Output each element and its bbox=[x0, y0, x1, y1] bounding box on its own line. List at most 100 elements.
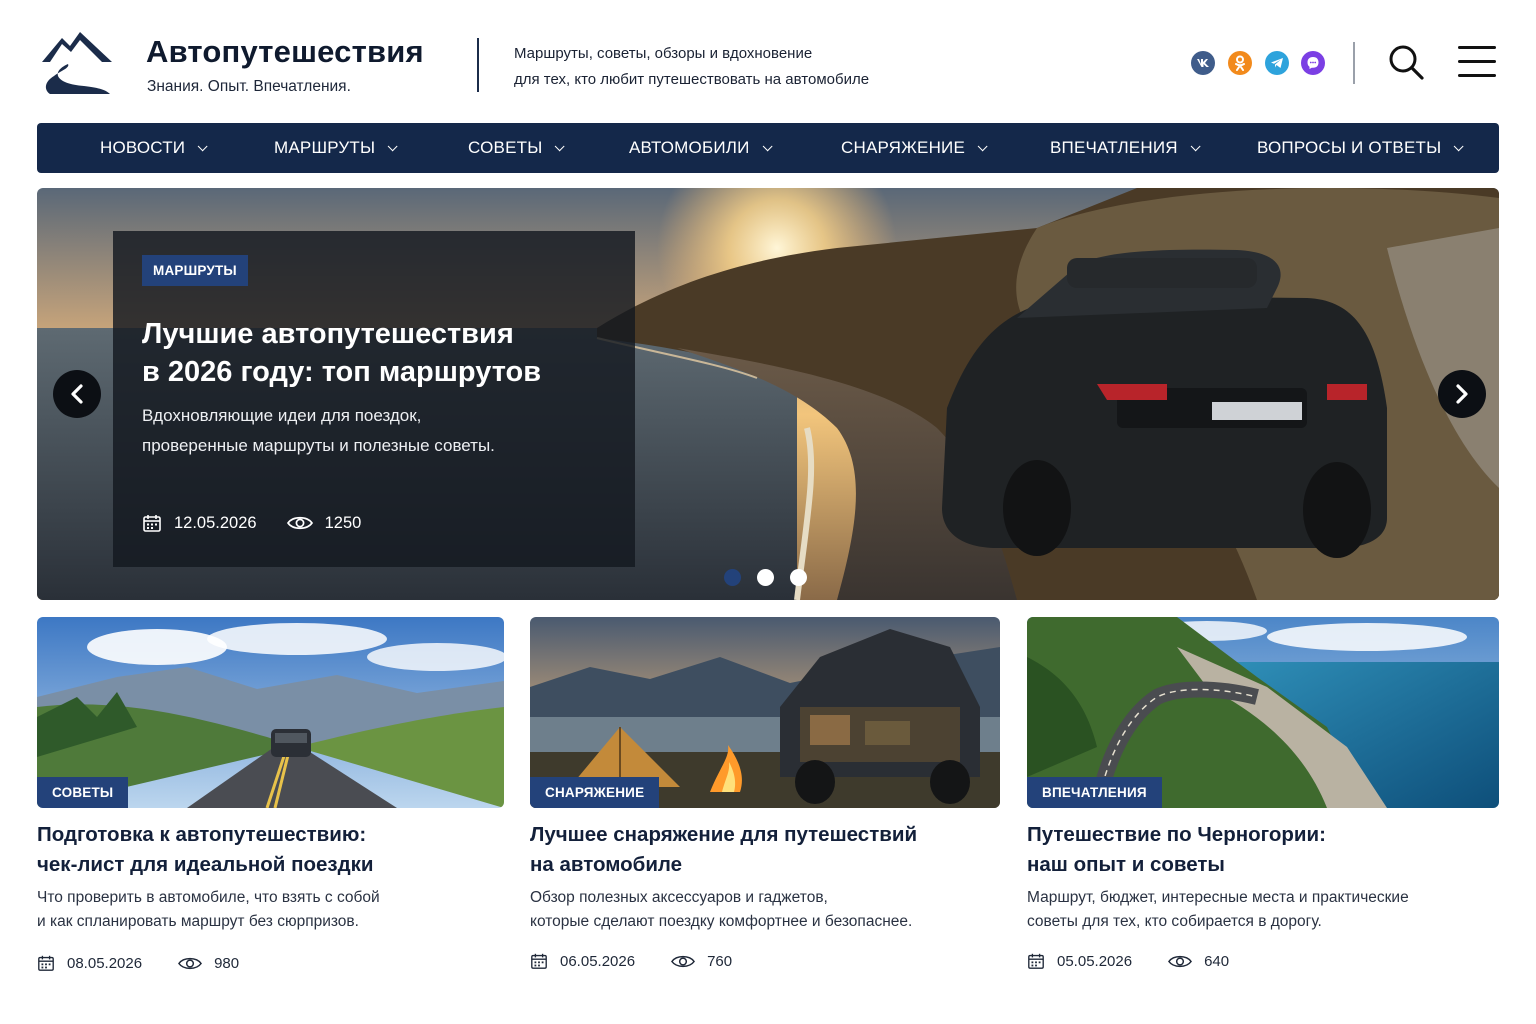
article-title-line: Путешествие по Черногории: bbox=[1027, 823, 1326, 846]
calendar-icon bbox=[531, 953, 547, 969]
article-excerpt-line: которые сделают поездку комфортнее и без… bbox=[530, 913, 913, 930]
calendar-icon bbox=[38, 955, 54, 971]
site-tagline: Знания. Опыт. Впечатления. bbox=[147, 78, 351, 95]
main-navigation: НОВОСТИ МАРШРУТЫ СОВЕТЫ АВТОМОБИЛИ СНАРЯ… bbox=[37, 123, 1499, 173]
post-date: 05.05.2026 bbox=[1057, 952, 1133, 970]
view-count: 760 bbox=[707, 952, 733, 970]
site-description-line: для тех, кто любит путешествовать на авт… bbox=[514, 71, 870, 88]
article-card[interactable]: СНАРЯЖЕНИЕ Лучшее снаряжение для путешес… bbox=[530, 617, 1000, 970]
nav-item-label: НОВОСТИ bbox=[100, 138, 186, 157]
chevron-down-icon bbox=[1190, 140, 1201, 151]
hero-description-line: проверенные маршруты и полезные советы. bbox=[142, 436, 495, 455]
hero-description: Вдохновляющие идеи для поездок, проверен… bbox=[142, 401, 612, 461]
vk-icon[interactable] bbox=[1191, 51, 1215, 75]
slider-next-button[interactable] bbox=[1438, 370, 1486, 418]
viber-icon[interactable] bbox=[1301, 51, 1325, 75]
nav-item-cars[interactable]: АВТОМОБИЛИ bbox=[629, 123, 773, 173]
article-excerpt: Что проверить в автомобиле, что взять с … bbox=[37, 886, 504, 934]
telegram-icon[interactable] bbox=[1265, 51, 1289, 75]
chevron-down-icon bbox=[762, 140, 773, 151]
article-title[interactable]: Подготовка к автопутешествию: чек-лист д… bbox=[37, 820, 504, 880]
nav-item-label: СНАРЯЖЕНИЕ bbox=[841, 138, 966, 157]
article-title[interactable]: Лучшее снаряжение для путешествий на авт… bbox=[530, 820, 1000, 880]
calendar-icon bbox=[1028, 953, 1044, 969]
article-title-line: наш опыт и советы bbox=[1027, 853, 1225, 876]
menu-icon bbox=[1458, 46, 1496, 49]
chevron-down-icon bbox=[387, 140, 398, 151]
article-title[interactable]: Путешествие по Черногории: наш опыт и со… bbox=[1027, 820, 1499, 880]
nav-item-label: СОВЕТЫ bbox=[468, 138, 543, 157]
article-title-line: чек-лист для идеальной поездки bbox=[37, 853, 374, 876]
article-meta: 08.05.2026 980 bbox=[37, 954, 504, 972]
article-excerpt-line: советы для тех, кто собирается в дорогу. bbox=[1027, 913, 1322, 930]
nav-item-faq[interactable]: ВОПРОСЫ И ОТВЕТЫ bbox=[1257, 123, 1464, 173]
eye-icon bbox=[286, 516, 313, 530]
site-description-line: Маршруты, советы, обзоры и вдохновение bbox=[514, 45, 813, 62]
article-title-line: Подготовка к автопутешествию: bbox=[37, 823, 367, 846]
category-badge[interactable]: МАРШРУТЫ bbox=[142, 255, 248, 286]
menu-icon bbox=[1458, 60, 1496, 63]
slider-pagination bbox=[724, 569, 823, 586]
eye-icon bbox=[671, 955, 696, 967]
article-excerpt-line: Что проверить в автомобиле, что взять с … bbox=[37, 889, 380, 906]
chevron-down-icon bbox=[197, 140, 208, 151]
article-image[interactable]: СНАРЯЖЕНИЕ bbox=[530, 617, 1000, 808]
chevron-down-icon bbox=[1453, 140, 1464, 151]
chevron-down-icon bbox=[977, 140, 988, 151]
site-description: Маршруты, советы, обзоры и вдохновение д… bbox=[514, 41, 869, 93]
slider-dot[interactable] bbox=[757, 569, 774, 586]
article-meta: 05.05.2026 640 bbox=[1027, 952, 1499, 970]
article-excerpt: Обзор полезных аксессуаров и гаджетов, к… bbox=[530, 886, 1000, 934]
ok-icon[interactable] bbox=[1228, 51, 1252, 75]
nav-item-routes[interactable]: МАРШРУТЫ bbox=[274, 123, 398, 173]
article-meta: 06.05.2026 760 bbox=[530, 952, 1000, 970]
article-excerpt: Маршрут, бюджет, интересные места и прак… bbox=[1027, 886, 1499, 934]
chevron-left-icon bbox=[71, 384, 83, 404]
hero-caption: МАРШРУТЫ Лучшие автопутешествия в 2026 г… bbox=[113, 231, 635, 567]
hero-title[interactable]: Лучшие автопутешествия в 2026 году: топ … bbox=[142, 315, 612, 391]
article-title-line: Лучшее снаряжение для путешествий bbox=[530, 823, 918, 846]
slider-prev-button[interactable] bbox=[53, 370, 101, 418]
article-excerpt-line: Маршрут, бюджет, интересные места и прак… bbox=[1027, 889, 1409, 906]
post-date: 12.05.2026 bbox=[174, 513, 257, 532]
nav-item-label: МАРШРУТЫ bbox=[274, 138, 376, 157]
chevron-down-icon bbox=[555, 140, 566, 151]
nav-item-label: ВПЕЧАТЛЕНИЯ bbox=[1050, 138, 1178, 157]
hero-description-line: Вдохновляющие идеи для поездок, bbox=[142, 406, 422, 425]
header-divider bbox=[477, 38, 479, 92]
category-badge[interactable]: СОВЕТЫ bbox=[37, 777, 129, 808]
nav-item-impressions[interactable]: ВПЕЧАТЛЕНИЯ bbox=[1050, 123, 1201, 173]
hero-title-line: в 2026 году: топ маршрутов bbox=[142, 356, 542, 388]
eye-icon bbox=[178, 957, 203, 969]
nav-item-label: ВОПРОСЫ И ОТВЕТЫ bbox=[1257, 138, 1442, 157]
hero-title-line: Лучшие автопутешествия bbox=[142, 318, 514, 350]
hero-slider[interactable]: МАРШРУТЫ Лучшие автопутешествия в 2026 г… bbox=[37, 188, 1499, 600]
category-badge[interactable]: ВПЕЧАТЛЕНИЯ bbox=[1027, 777, 1162, 808]
article-excerpt-line: и как спланировать маршрут без сюрпризов… bbox=[37, 913, 359, 930]
site-title[interactable]: Автопутешествия bbox=[146, 34, 424, 70]
post-date: 08.05.2026 bbox=[67, 954, 143, 972]
view-count: 640 bbox=[1204, 952, 1230, 970]
category-badge[interactable]: СНАРЯЖЕНИЕ bbox=[530, 777, 660, 808]
article-card[interactable]: ВПЕЧАТЛЕНИЯ Путешествие по Черногории: н… bbox=[1027, 617, 1499, 970]
view-count: 980 bbox=[214, 954, 240, 972]
slider-dot[interactable] bbox=[724, 569, 741, 586]
article-image[interactable]: СОВЕТЫ bbox=[37, 617, 504, 808]
article-image[interactable]: ВПЕЧАТЛЕНИЯ bbox=[1027, 617, 1499, 808]
hamburger-menu-button[interactable] bbox=[1458, 44, 1498, 80]
article-card[interactable]: СОВЕТЫ Подготовка к автопутешествию: чек… bbox=[37, 617, 504, 972]
search-button[interactable] bbox=[1386, 42, 1426, 82]
hero-meta: 12.05.2026 1250 bbox=[142, 513, 361, 533]
site-header: Автопутешествия Знания. Опыт. Впечатлени… bbox=[0, 0, 1536, 120]
header-divider bbox=[1353, 42, 1355, 84]
calendar-icon bbox=[143, 515, 161, 532]
post-date: 06.05.2026 bbox=[560, 952, 636, 970]
nav-item-tips[interactable]: СОВЕТЫ bbox=[468, 123, 566, 173]
nav-item-label: АВТОМОБИЛИ bbox=[629, 138, 750, 157]
slider-dot[interactable] bbox=[790, 569, 807, 586]
chevron-right-icon bbox=[1456, 384, 1468, 404]
menu-icon bbox=[1458, 74, 1496, 77]
logo-icon[interactable] bbox=[40, 28, 114, 96]
nav-item-news[interactable]: НОВОСТИ bbox=[100, 123, 208, 173]
nav-item-gear[interactable]: СНАРЯЖЕНИЕ bbox=[841, 123, 988, 173]
